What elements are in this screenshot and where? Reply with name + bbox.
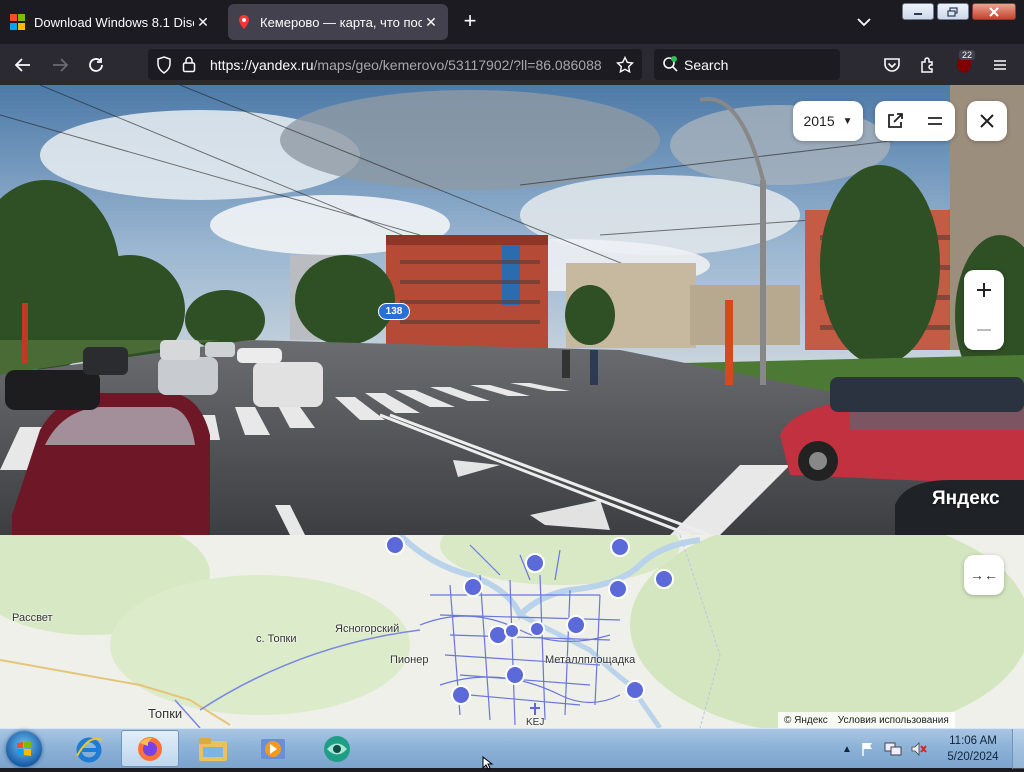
minimize-button[interactable] xyxy=(902,3,934,20)
panorama-menu-button[interactable] xyxy=(915,101,955,141)
yandex-watermark: Яндекс xyxy=(932,488,1000,509)
start-button[interactable] xyxy=(6,731,42,767)
menu-lines-icon xyxy=(928,117,942,125)
reload-button[interactable] xyxy=(83,52,109,78)
pocket-button[interactable] xyxy=(879,52,905,78)
tab-strip: Download Windows 8.1 Disc Image (ISO Fil… xyxy=(0,0,1024,44)
extension-badge: 22 xyxy=(959,50,976,60)
extensions-button[interactable] xyxy=(915,52,941,78)
mini-map[interactable]: Рассвет с. Топки Ясногорский Пионер Мета… xyxy=(0,535,1024,728)
close-window-button[interactable] xyxy=(972,3,1016,20)
back-button[interactable] xyxy=(10,52,36,78)
map-label-metallploshchadka: Металлплощадка xyxy=(545,654,636,666)
forward-button[interactable] xyxy=(47,52,73,78)
list-all-tabs-button[interactable] xyxy=(852,12,876,32)
panorama-actions xyxy=(875,101,955,141)
zoom-control xyxy=(964,270,1004,350)
plus-icon xyxy=(977,283,991,297)
show-hidden-icons-button[interactable]: ▲ xyxy=(842,744,852,755)
taskbar-firefox[interactable] xyxy=(121,730,179,767)
volume-muted-icon[interactable] xyxy=(910,741,928,757)
clock-date: 5/20/2024 xyxy=(947,751,999,763)
taskbar-app[interactable] xyxy=(308,730,366,767)
map-pin-icon xyxy=(236,14,252,30)
caret-down-icon: ▼ xyxy=(842,115,853,127)
restore-button[interactable] xyxy=(937,3,969,20)
hamburger-menu-icon xyxy=(994,60,1006,70)
map-label-rassvet: Рассвет xyxy=(12,612,53,624)
collapse-arrows-icon: →← xyxy=(970,567,998,583)
year-selector-value: 2015 xyxy=(803,113,835,129)
tab-close-icon[interactable]: ✕ xyxy=(422,13,440,31)
new-tab-button[interactable]: + xyxy=(458,10,482,34)
taskbar-file-explorer[interactable] xyxy=(184,730,242,767)
puzzle-icon xyxy=(921,57,933,73)
map-label-topki: Топки xyxy=(148,706,183,721)
route-number-badge: 138 xyxy=(378,303,410,320)
reload-icon xyxy=(89,58,103,72)
teal-app-icon xyxy=(324,735,350,762)
map-label-s-topki: с. Топки xyxy=(256,633,297,645)
internet-explorer-icon xyxy=(76,737,103,762)
address-bar[interactable]: https://yandex.ru/maps/geo/kemerovo/5311… xyxy=(148,49,642,80)
url-path: /maps/geo/kemerovo/53117902/?ll=86.08608… xyxy=(313,57,602,73)
taskbar-clock[interactable]: 11:06 AM 5/20/2024 xyxy=(940,733,1006,765)
tab-title: Кемерово — карта, что посмотреть xyxy=(260,14,422,30)
panorama-image[interactable] xyxy=(0,85,1024,535)
minimize-icon xyxy=(914,12,922,15)
window-controls xyxy=(902,3,1016,20)
firefox-icon xyxy=(138,736,162,761)
search-engine-icon xyxy=(663,56,678,72)
show-desktop-button[interactable] xyxy=(1012,729,1024,769)
open-external-button[interactable] xyxy=(875,101,915,141)
action-center-flag-icon[interactable] xyxy=(860,741,876,757)
tab-close-icon[interactable]: ✕ xyxy=(194,13,212,31)
app-menu-button[interactable] xyxy=(987,52,1013,78)
pocket-icon xyxy=(884,58,900,72)
zoom-in-button[interactable] xyxy=(964,270,1004,310)
shield-icon[interactable] xyxy=(156,56,172,74)
url-text[interactable]: https://yandex.ru/maps/geo/kemerovo/5311… xyxy=(210,57,608,73)
minus-icon xyxy=(977,329,991,331)
collapse-map-button[interactable]: →← xyxy=(964,555,1004,595)
star-icon[interactable] xyxy=(616,56,634,74)
map-label-yasnogorsky: Ясногорский xyxy=(335,623,400,635)
windows-logo-icon xyxy=(10,14,26,30)
navigation-toolbar: https://yandex.ru/maps/geo/kemerovo/5311… xyxy=(0,44,1024,85)
url-domain: https://yandex.ru xyxy=(210,57,314,73)
restore-icon xyxy=(947,6,958,17)
taskbar-internet-explorer[interactable] xyxy=(60,730,118,767)
arrow-left-icon xyxy=(14,58,30,72)
media-player-icon xyxy=(261,738,285,759)
clock-time: 11:06 AM xyxy=(949,735,997,747)
map-attribution: © Яндекс Условия использования xyxy=(778,712,955,728)
close-icon xyxy=(989,6,999,17)
map-canvas[interactable] xyxy=(0,535,1024,728)
arrow-right-icon xyxy=(53,58,69,72)
taskbar-media-player[interactable] xyxy=(244,730,302,767)
tab-windows-download[interactable]: Download Windows 8.1 Disc Image (ISO Fil… xyxy=(2,4,220,40)
tab-title: Download Windows 8.1 Disc Image (ISO Fil… xyxy=(34,14,194,30)
windows-orb-icon xyxy=(17,741,31,756)
terms-link[interactable]: Условия использования xyxy=(838,715,949,726)
close-panorama-button[interactable] xyxy=(967,101,1007,141)
search-placeholder: Search xyxy=(684,57,729,73)
street-panorama[interactable]: 138 2015 ▼ Яндекс xyxy=(0,85,1024,535)
network-icon[interactable] xyxy=(884,741,902,757)
copyright-link[interactable]: © Яндекс xyxy=(784,715,828,726)
windows-taskbar: ▲ 11:06 AM 5/20/2024 xyxy=(0,728,1024,769)
zoom-out-button[interactable] xyxy=(964,310,1004,350)
map-label-pioner: Пионер xyxy=(390,654,429,666)
external-link-icon xyxy=(888,113,903,128)
folder-icon xyxy=(199,737,227,761)
year-selector[interactable]: 2015 ▼ xyxy=(793,101,863,141)
chevron-down-icon xyxy=(857,18,871,27)
tab-yandex-maps[interactable]: Кемерово — карта, что посмотреть ✕ xyxy=(228,4,448,40)
system-tray: ▲ xyxy=(842,729,928,769)
search-bar[interactable]: Search xyxy=(654,49,840,80)
map-label-airport: KEJ xyxy=(526,717,545,728)
lock-icon[interactable] xyxy=(182,56,196,73)
close-icon xyxy=(980,114,994,128)
